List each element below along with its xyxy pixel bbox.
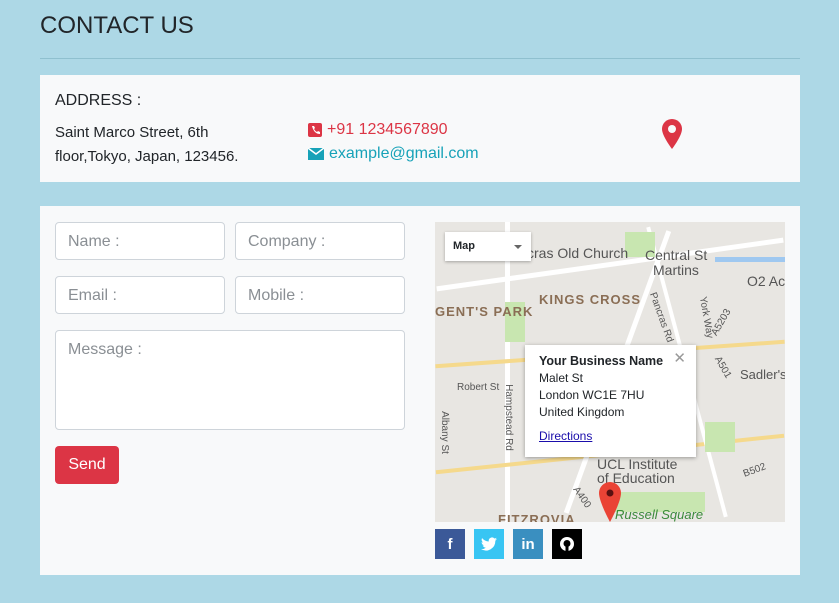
facebook-icon: f [447,535,453,553]
twitter-button[interactable] [474,529,504,559]
map-marker-icon [662,119,682,149]
info-line: United Kingdom [539,405,625,419]
directions-link[interactable]: Directions [539,428,682,445]
map-label: Central St [645,247,708,263]
map-label: A501 [712,354,734,381]
github-button[interactable] [552,529,582,559]
linkedin-icon: in [521,535,535,553]
contact-form-card: Name : Company : Email : Mobile : Messag… [40,206,800,575]
email-link[interactable]: example@gmail.com [308,145,479,163]
map-label: cras Old Church [527,245,629,261]
map-label: Martins [653,262,699,278]
github-icon [560,537,574,551]
google-map[interactable]: cras Old Church Central St Martins O2 Ac… [435,222,785,522]
company-input[interactable]: Company : [235,222,405,260]
linkedin-button[interactable]: in [513,529,543,559]
map-label: Russell Square [615,507,704,522]
message-textarea[interactable]: Message : [55,330,405,430]
twitter-icon [481,537,497,551]
name-input[interactable]: Name : [55,222,225,260]
map-label: Albany St [438,411,450,454]
address-heading: ADDRESS : [55,92,142,109]
map-pin-icon[interactable] [599,482,621,522]
map-label: Robert St [457,382,500,393]
phone-number[interactable]: +91 1234567890 [327,121,448,139]
envelope-icon [308,148,324,160]
map-label: O2 Ac [747,273,785,289]
facebook-button[interactable]: f [435,529,465,559]
info-line: Malet St [539,371,584,385]
close-icon[interactable]: ✕ [673,350,686,367]
email-input[interactable]: Email : [55,276,225,314]
business-name: Your Business Name [539,354,664,368]
map-label: B502 [741,461,768,480]
map-type-select[interactable]: Map [445,232,531,261]
map-label: Sadler's [740,367,785,382]
phone-link[interactable]: +91 1234567890 [308,121,448,139]
map-info-window: ✕ Your Business Name Malet St London WC1… [525,345,696,457]
page-title: CONTACT US [40,12,194,39]
address-text: Saint Marco Street, 6th floor,Tokyo, Jap… [55,124,239,165]
map-label: FITZROVIA [498,512,576,522]
address-card: ADDRESS : Saint Marco Street, 6th floor,… [40,75,800,182]
info-line: London WC1E 7HU [539,388,645,402]
map-label: KINGS CROSS [539,292,642,307]
email-address[interactable]: example@gmail.com [329,145,479,163]
map-label: Hampstead Rd [502,384,514,451]
map-label: GENT'S PARK [435,304,534,319]
phone-icon [308,123,322,137]
map-label: A5203 [709,307,734,338]
divider [40,58,800,59]
send-button[interactable]: Send [55,446,119,484]
mobile-input[interactable]: Mobile : [235,276,405,314]
